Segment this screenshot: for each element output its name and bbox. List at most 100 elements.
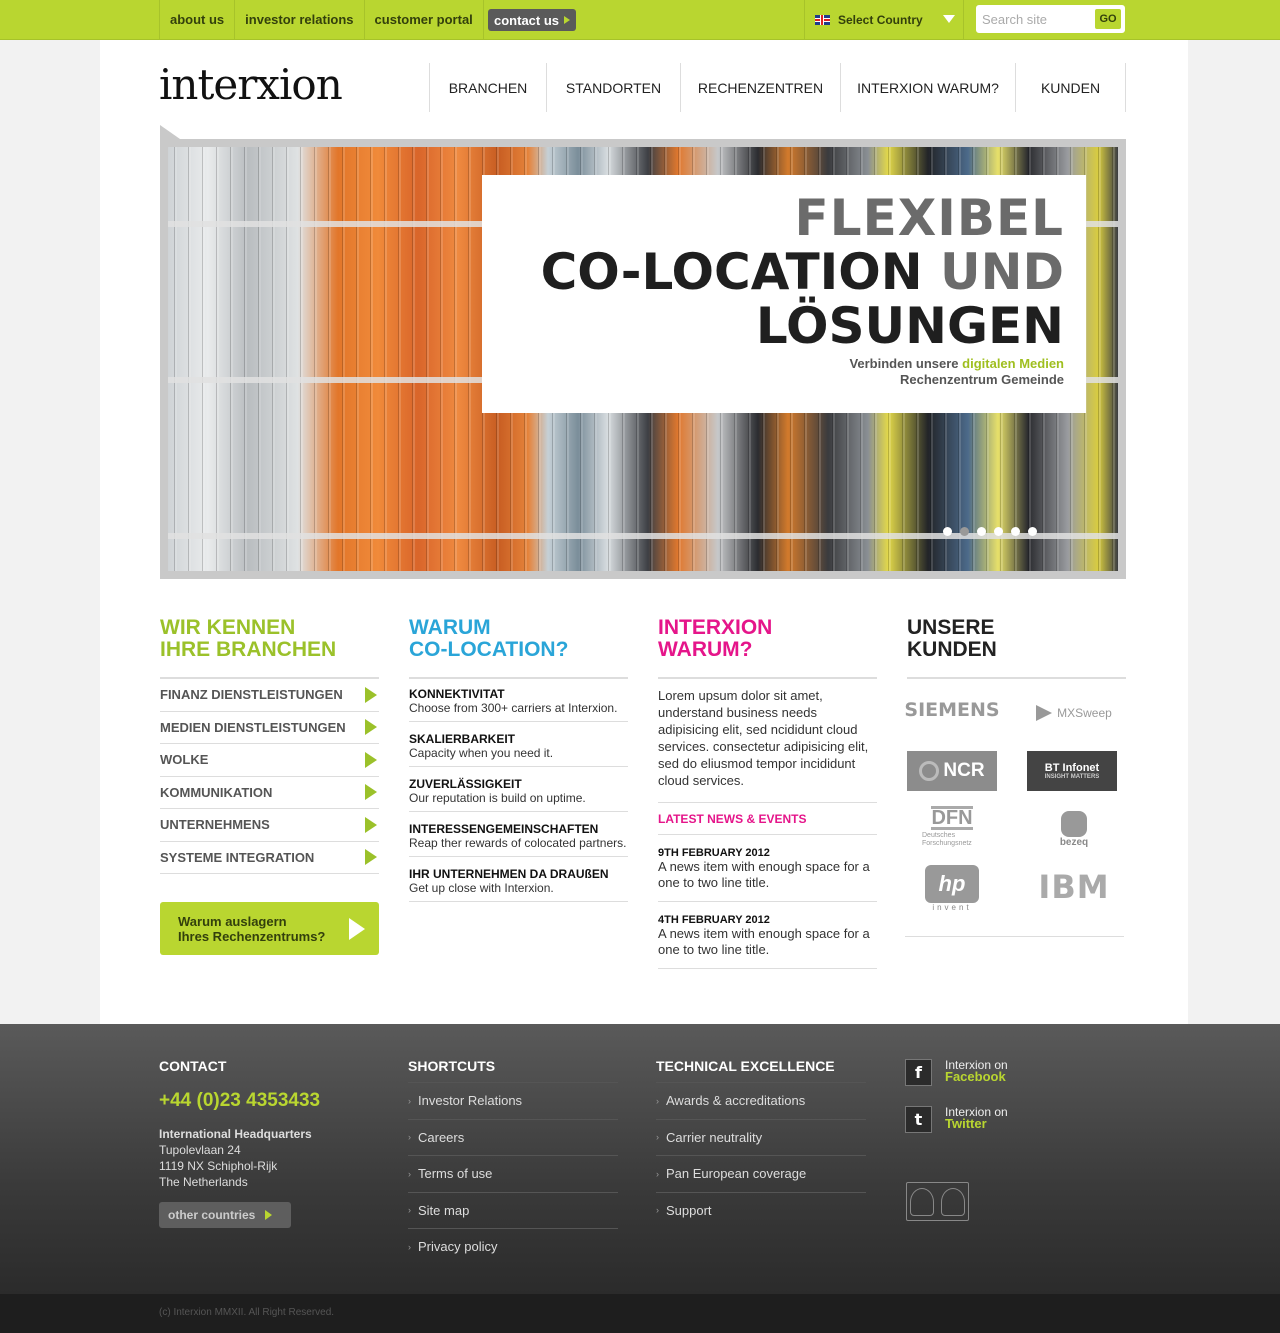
- heading-l2: WARUM?: [658, 638, 753, 661]
- news-item[interactable]: 4TH FEBRUARY 2012 A news item with enough…: [658, 902, 877, 969]
- slider-dot[interactable]: [1011, 527, 1020, 536]
- footer-link-label: Privacy policy: [418, 1239, 498, 1255]
- slider-dot[interactable]: [994, 527, 1003, 536]
- kunden-heading: UNSERE KUNDEN: [907, 617, 1126, 679]
- nav-standorten[interactable]: STANDORTEN: [547, 63, 681, 112]
- branch-item[interactable]: UNTERNEHMENS: [160, 809, 379, 842]
- bullet-icon: ›: [656, 1205, 659, 1216]
- feature-text: Choose from 300+ carriers at Interxion.: [409, 701, 618, 715]
- footer-link[interactable]: › Site map: [408, 1191, 618, 1229]
- branchen-column: WIR KENNEN IHRE BRANCHEN FINANZ DIENSTLEI…: [160, 617, 379, 955]
- arrow-right-icon: [349, 917, 365, 940]
- news-title: A news item with enough space for a one …: [658, 926, 870, 957]
- about-us-link[interactable]: about us: [159, 0, 234, 39]
- footer-link[interactable]: › Awards & accreditations: [656, 1082, 866, 1119]
- footer-shortcuts-heading: SHORTCUTS: [408, 1058, 496, 1074]
- address: International Headquarters Tupolevlaan 2…: [159, 1126, 369, 1190]
- footer-link[interactable]: › Privacy policy: [408, 1228, 618, 1265]
- footer-link-label: Terms of use: [418, 1166, 493, 1182]
- footer-link[interactable]: › Pan European coverage: [656, 1155, 866, 1192]
- certification-badges: [906, 1182, 969, 1221]
- feature-item: ZUVERLÄSSIGKEIT Our reputation is build o…: [409, 767, 628, 812]
- arrow-right-icon: [365, 849, 377, 866]
- phone-number[interactable]: +44 (0)23 4353433: [159, 1090, 369, 1112]
- warum-colocation-column: WARUM CO-LOCATION? KONNEKTIVITAT Choose fr…: [409, 617, 628, 902]
- hero-headline-line1: FLEXIBEL: [794, 189, 1064, 247]
- ibm-logo: IBM: [1029, 868, 1119, 906]
- feature-item: SKALIERBARKEIT Capacity when you need it.: [409, 722, 628, 767]
- bullet-icon: ›: [408, 1205, 411, 1216]
- uk-flag-icon: [815, 14, 830, 25]
- ncr-text: NCR: [943, 760, 985, 781]
- footer-link[interactable]: › Carrier neutrality: [656, 1118, 866, 1156]
- main-nav: BRANCHEN STANDORTEN RECHENZENTREN INTERX…: [429, 63, 1126, 112]
- branchen-heading: WIR KENNEN IHRE BRANCHEN: [160, 617, 379, 679]
- kunden-column: UNSERE KUNDEN SIEMENS MXSweep NCR BT Info…: [904, 617, 1126, 937]
- slider-dot[interactable]: [1028, 527, 1037, 536]
- feature-item: IHR UNTERNEHMEN DA DRAUßEN Get up close w…: [409, 857, 628, 902]
- search-go-button[interactable]: GO: [1095, 9, 1121, 29]
- country-selector[interactable]: Select Country: [804, 0, 964, 39]
- arrow-right-icon: [265, 1210, 273, 1220]
- footer-link[interactable]: › Careers: [408, 1118, 618, 1156]
- branch-item[interactable]: KOMMUNIKATION: [160, 777, 379, 809]
- hq-label: International Headquarters: [159, 1127, 312, 1141]
- bullet-icon: ›: [656, 1168, 659, 1179]
- slider-dot[interactable]: [960, 527, 969, 536]
- heading-l1: WARUM: [409, 616, 491, 639]
- bullet-icon: ›: [408, 1132, 411, 1143]
- client-logos: SIEMENS MXSweep NCR BT Infonet INSIGHT MA…: [904, 679, 1124, 937]
- branch-item[interactable]: FINANZ DIENSTLEISTUNGEN: [160, 679, 379, 712]
- twitter-icon: t: [905, 1106, 932, 1133]
- hero-subtitle: Verbinden unsere digitalen Medien Rechen…: [849, 356, 1064, 388]
- mxsweep-text: MXSweep: [1057, 706, 1112, 720]
- branchen-heading-l1: WIR KENNEN: [160, 616, 296, 639]
- twitter-link[interactable]: t Interxion on Twitter: [905, 1106, 1085, 1136]
- bezeq-logo: bezeq: [1029, 807, 1119, 851]
- dfn-sub-text: Deutsches Forschungsnetz: [922, 832, 972, 847]
- feature-title: INTERESSENGEMEINSCHAFTEN: [409, 822, 599, 836]
- bt-line: BT Infonet: [1045, 762, 1099, 774]
- nav-interxion-warum[interactable]: INTERXION WARUM?: [841, 63, 1016, 112]
- interxion-logo[interactable]: interxion: [159, 60, 343, 109]
- nav-branchen[interactable]: BRANCHEN: [430, 63, 547, 112]
- utility-nav: about us investor relations customer por…: [159, 0, 484, 39]
- ncr-mark-icon: [919, 761, 940, 781]
- nav-rechenzentren[interactable]: RECHENZENTREN: [681, 63, 841, 112]
- contact-us-button[interactable]: contact us: [488, 9, 576, 31]
- branch-label: WOLKE: [160, 752, 209, 768]
- heading-l1: UNSERE: [907, 616, 995, 639]
- branch-item[interactable]: WOLKE: [160, 744, 379, 777]
- slider-dot[interactable]: [977, 527, 986, 536]
- contact-us-label: contact us: [494, 12, 560, 28]
- address-line1: Tupolevlaan 24: [159, 1143, 241, 1157]
- latest-news-link[interactable]: LATEST NEWS & EVENTS: [658, 803, 877, 835]
- branch-item[interactable]: SYSTEME INTEGRATION: [160, 842, 379, 874]
- warum-auslagern-button[interactable]: Warum auslagern Ihres Rechenzentrums?: [160, 902, 379, 955]
- bsi-badge-icon: [910, 1187, 935, 1216]
- arrow-right-icon: [365, 816, 377, 833]
- news-item[interactable]: 9TH FEBRUARY 2012 A news item with enough…: [658, 835, 877, 902]
- footer-link-label: Investor Relations: [418, 1093, 523, 1109]
- branch-label: FINANZ DIENSTLEISTUNGEN: [160, 687, 343, 703]
- nav-kunden[interactable]: KUNDEN: [1016, 63, 1126, 112]
- arrow-right-icon: [365, 751, 377, 768]
- branch-label: UNTERNEHMENS: [160, 817, 270, 833]
- investor-relations-link[interactable]: investor relations: [234, 0, 363, 39]
- arrow-right-icon: [365, 784, 377, 801]
- facebook-link[interactable]: f Interxion on Facebook: [905, 1059, 1085, 1089]
- search-input[interactable]: [982, 9, 1082, 29]
- footer-link[interactable]: › Terms of use: [408, 1155, 618, 1192]
- branch-item[interactable]: MEDIEN DIENSTLEISTUNGEN: [160, 712, 379, 744]
- customer-portal-link[interactable]: customer portal: [363, 0, 484, 39]
- news-date: 4TH FEBRUARY 2012: [658, 914, 770, 926]
- footer-link[interactable]: › Support: [656, 1191, 866, 1229]
- bullet-icon: ›: [408, 1095, 411, 1106]
- slider-dot[interactable]: [943, 527, 952, 536]
- hp-sub-text: invent: [932, 902, 972, 912]
- footer-link[interactable]: › Investor Relations: [408, 1082, 618, 1119]
- other-countries-button[interactable]: other countries: [159, 1202, 291, 1228]
- heading-l2: KUNDEN: [907, 638, 997, 661]
- feature-text: Reap ther rewards of colocated partners.: [409, 836, 627, 850]
- warum-auslagern-label: Warum auslagern Ihres Rechenzentrums?: [178, 914, 325, 944]
